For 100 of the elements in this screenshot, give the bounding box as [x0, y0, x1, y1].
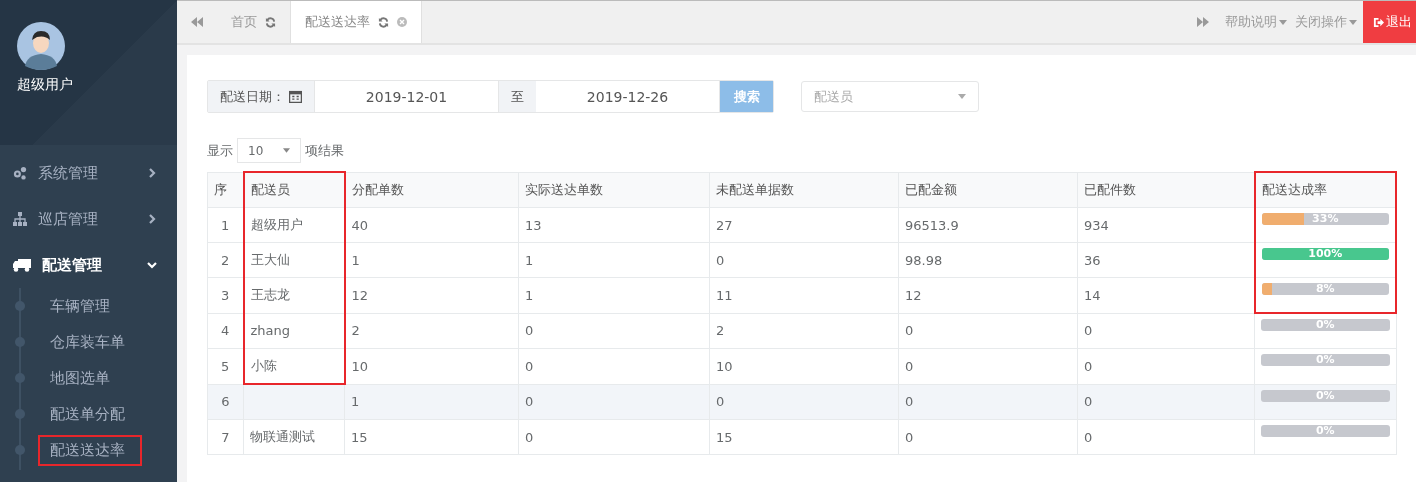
- table-cell: 0: [709, 384, 899, 420]
- progress-label: 33%: [1311, 213, 1340, 225]
- caret-icon: [283, 148, 290, 153]
- table-cell: 0: [1077, 384, 1255, 420]
- table-cell: 1: [518, 242, 710, 278]
- table-cell: 超级用户: [243, 207, 345, 243]
- column-header: 分配单数: [344, 172, 519, 208]
- column-header: 未配送单据数: [709, 172, 899, 208]
- page-size-select[interactable]: 10: [237, 138, 301, 163]
- results-label: 项结果: [305, 141, 344, 160]
- bullet-icon: [15, 373, 25, 383]
- bullet-icon: [15, 409, 25, 419]
- table-cell: 15: [344, 419, 519, 455]
- table-cell: 10: [709, 348, 899, 384]
- table-cell: 0: [1077, 348, 1255, 384]
- column-header: 配送员: [243, 172, 345, 208]
- chevron-right-icon: [147, 214, 157, 224]
- table-cell: 0: [898, 348, 1078, 384]
- table-cell: 40: [344, 207, 519, 243]
- table-cell: 0: [518, 419, 710, 455]
- table-cell: 1: [344, 242, 519, 278]
- table-cell: 王志龙: [243, 277, 345, 313]
- submenu-item[interactable]: 地图选单: [38, 362, 127, 394]
- bullet-icon: [15, 301, 25, 311]
- table-cell: 10: [344, 348, 519, 384]
- chevron-right-icon: [147, 168, 157, 178]
- progress-label: 0%: [1314, 389, 1336, 402]
- table-cell: 王大仙: [243, 242, 345, 278]
- table-cell: 13: [518, 207, 710, 243]
- table-cell: 0: [518, 384, 710, 420]
- refresh-icon: [378, 16, 389, 28]
- calendar-icon: [289, 90, 302, 103]
- table-cell: zhang: [243, 313, 345, 349]
- menu-item[interactable]: 配送管理: [0, 242, 177, 288]
- double-right-icon: [1197, 17, 1209, 27]
- menu-item[interactable]: 巡店管理: [0, 196, 177, 242]
- range-separator: 至: [499, 81, 536, 112]
- table-cell: 96513.9: [898, 207, 1078, 243]
- menu-item[interactable]: 系统管理: [0, 150, 177, 196]
- column-header: 已配件数: [1077, 172, 1255, 208]
- dropdown-menu[interactable]: 帮助说明: [1223, 1, 1289, 43]
- submenu-item[interactable]: 配送单分配: [38, 398, 142, 430]
- bullet-icon: [15, 445, 25, 455]
- table-cell: 12: [898, 277, 1078, 313]
- avatar-icon: [17, 22, 65, 70]
- table-cell: 27: [709, 207, 899, 243]
- dropdown-menu[interactable]: 关闭操作: [1293, 1, 1359, 43]
- table-cell: 15: [709, 419, 899, 455]
- table-cell: 物联通测试: [243, 419, 345, 455]
- column-header: 已配金额: [898, 172, 1078, 208]
- refresh-icon: [265, 16, 276, 28]
- menu-label: 配送管理: [42, 255, 103, 275]
- sign-out-icon: [1373, 16, 1384, 28]
- close-icon[interactable]: [397, 17, 407, 27]
- logout-button[interactable]: 退出: [1363, 1, 1416, 43]
- table-cell: 2: [344, 313, 519, 349]
- caret-icon: [1279, 19, 1287, 25]
- show-label: 显示: [207, 141, 233, 160]
- table-cell: 3: [207, 277, 244, 313]
- column-header: 实际送达单数: [518, 172, 710, 208]
- submenu-item[interactable]: 仓库装车单: [38, 326, 142, 358]
- double-left-icon: [191, 17, 203, 27]
- progress-label: 100%: [1307, 248, 1344, 260]
- table-cell: 12: [344, 277, 519, 313]
- chevron-down-icon: [147, 260, 157, 270]
- menu-label: 系统管理: [38, 163, 99, 183]
- progress-label: 0%: [1314, 354, 1336, 367]
- table-cell: 0: [898, 313, 1078, 349]
- gears-icon: [12, 166, 28, 180]
- menu-label: 巡店管理: [38, 209, 99, 229]
- table-cell: 2: [709, 313, 899, 349]
- table-cell: 1: [344, 384, 519, 420]
- table-cell: 0: [898, 419, 1078, 455]
- table-cell: 1: [518, 277, 710, 313]
- table-cell: 5: [207, 348, 244, 384]
- submenu-item[interactable]: 车辆管理: [38, 290, 127, 322]
- truck-icon: [12, 258, 32, 272]
- table-cell: 0: [1077, 419, 1255, 455]
- table-cell: 0: [518, 313, 710, 349]
- tab-label: 首页: [231, 13, 257, 31]
- progress-label: 0%: [1314, 319, 1336, 331]
- table-cell: 7: [207, 419, 244, 455]
- table-cell: 1: [207, 207, 244, 243]
- sitemap-icon: [12, 212, 28, 226]
- bullet-icon: [15, 337, 25, 347]
- caret-icon: [1349, 19, 1357, 25]
- table-cell: 0: [518, 348, 710, 384]
- column-header: 配送达成率: [1254, 172, 1396, 208]
- date-label: 配送日期：: [208, 81, 315, 112]
- table-cell: 2: [207, 242, 244, 278]
- table-cell: 4: [207, 313, 244, 349]
- submenu-item[interactable]: 配送送达率: [38, 434, 142, 466]
- table-cell: 0: [898, 384, 1078, 420]
- progress-label: 8%: [1314, 283, 1336, 295]
- tab-label: 配送送达率: [305, 13, 370, 31]
- column-header: 序: [207, 172, 244, 208]
- table-cell: 0: [709, 242, 899, 278]
- table-cell: 0: [1077, 313, 1255, 349]
- progress-label: 0%: [1314, 425, 1336, 437]
- page-tab[interactable]: 配送送达率: [291, 1, 422, 43]
